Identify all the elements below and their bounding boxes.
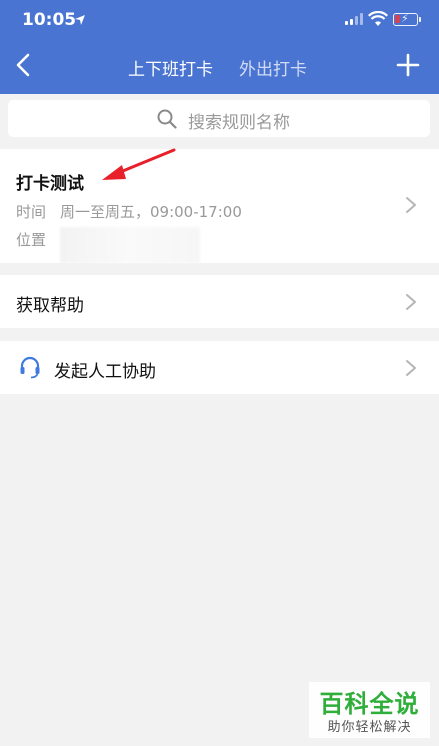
watermark-title: 百科全说 bbox=[319, 690, 420, 718]
status-time: 10:05 bbox=[22, 10, 77, 30]
battery-tip bbox=[419, 17, 421, 22]
chevron-right-icon bbox=[406, 360, 416, 376]
human-assist-item[interactable]: 发起人工协助 bbox=[0, 341, 439, 394]
rule-time-value: 周一至周五，09:00-17:00 bbox=[60, 203, 242, 221]
search-icon bbox=[157, 109, 177, 129]
search-placeholder: 搜索规则名称 bbox=[188, 113, 290, 133]
headset-icon bbox=[20, 356, 40, 379]
wifi-icon bbox=[368, 11, 388, 26]
tab-outing-clockin[interactable]: 外出打卡 bbox=[239, 55, 307, 80]
chevron-right-icon bbox=[406, 294, 416, 310]
status-bar: 10:05 ⚡ bbox=[0, 0, 439, 40]
rule-location-value-redacted bbox=[60, 227, 200, 263]
help-label: 获取帮助 bbox=[16, 296, 84, 316]
help-item[interactable]: 获取帮助 bbox=[0, 275, 439, 328]
red-arrow-annotation-icon bbox=[102, 148, 176, 180]
cellular-signal-icon bbox=[345, 13, 363, 25]
rule-item[interactable]: 打卡测试 时间 周一至周五，09:00-17:00 位置 bbox=[0, 149, 439, 263]
chevron-right-icon bbox=[406, 197, 416, 213]
location-arrow-icon bbox=[75, 15, 85, 25]
rule-location-label: 位置 bbox=[16, 231, 47, 249]
rule-time-label: 时间 bbox=[16, 203, 47, 221]
tab-commute-clockin[interactable]: 上下班打卡 bbox=[128, 55, 213, 80]
human-assist-label: 发起人工协助 bbox=[54, 362, 156, 382]
search-area: 搜索规则名称 bbox=[0, 94, 439, 148]
watermark-logo: 百科全说 助你轻松解决 bbox=[309, 682, 430, 738]
back-icon[interactable] bbox=[12, 52, 36, 78]
battery-icon: ⚡ bbox=[393, 12, 418, 26]
header-bar: 10:05 ⚡ 上下班打卡 外出打卡 bbox=[0, 0, 439, 94]
watermark-subtitle: 助你轻松解决 bbox=[327, 720, 412, 735]
add-icon[interactable] bbox=[396, 53, 420, 77]
rule-title: 打卡测试 bbox=[16, 174, 84, 194]
search-input[interactable]: 搜索规则名称 bbox=[8, 100, 430, 137]
